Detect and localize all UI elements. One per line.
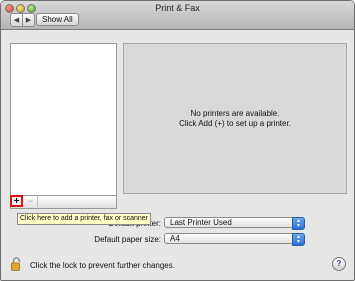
default-paper-value: A4 (170, 234, 180, 243)
printer-list[interactable] (10, 43, 117, 196)
forward-button[interactable]: ▶ (22, 14, 34, 26)
window-title: Print & Fax (155, 3, 200, 13)
default-printer-select[interactable]: Last Printer Used ▲ ▼ (164, 217, 305, 230)
help-button[interactable]: ? (332, 257, 346, 271)
add-printer-button[interactable]: + (10, 195, 23, 207)
print-fax-window: Print & Fax ◀ ▶ Show All + − No printers… (0, 0, 355, 281)
remove-printer-button[interactable]: − (24, 195, 38, 207)
lock-icon[interactable] (11, 257, 22, 271)
default-paper-label: Default paper size: (94, 235, 161, 244)
default-printer-value: Last Printer Used (170, 218, 232, 227)
back-button[interactable]: ◀ (11, 14, 22, 26)
default-paper-select[interactable]: A4 ▲ ▼ (164, 233, 305, 246)
printer-detail-pane: No printers are available. Click Add (+)… (123, 43, 347, 194)
lock-message: Click the lock to prevent further change… (30, 261, 175, 270)
title-bar: Print & Fax ◀ ▶ Show All (1, 1, 354, 30)
show-all-button[interactable]: Show All (36, 13, 79, 26)
popup-arrows-icon: ▲ ▼ (292, 233, 305, 246)
popup-arrows-icon: ▲ ▼ (292, 217, 305, 230)
empty-state-line-1: No printers are available. (190, 108, 280, 118)
empty-state-line-2: Click Add (+) to set up a printer. (179, 118, 291, 128)
add-button-tooltip: Click here to add a printer, fax or scan… (17, 213, 152, 225)
nav-buttons: ◀ ▶ (10, 13, 35, 27)
